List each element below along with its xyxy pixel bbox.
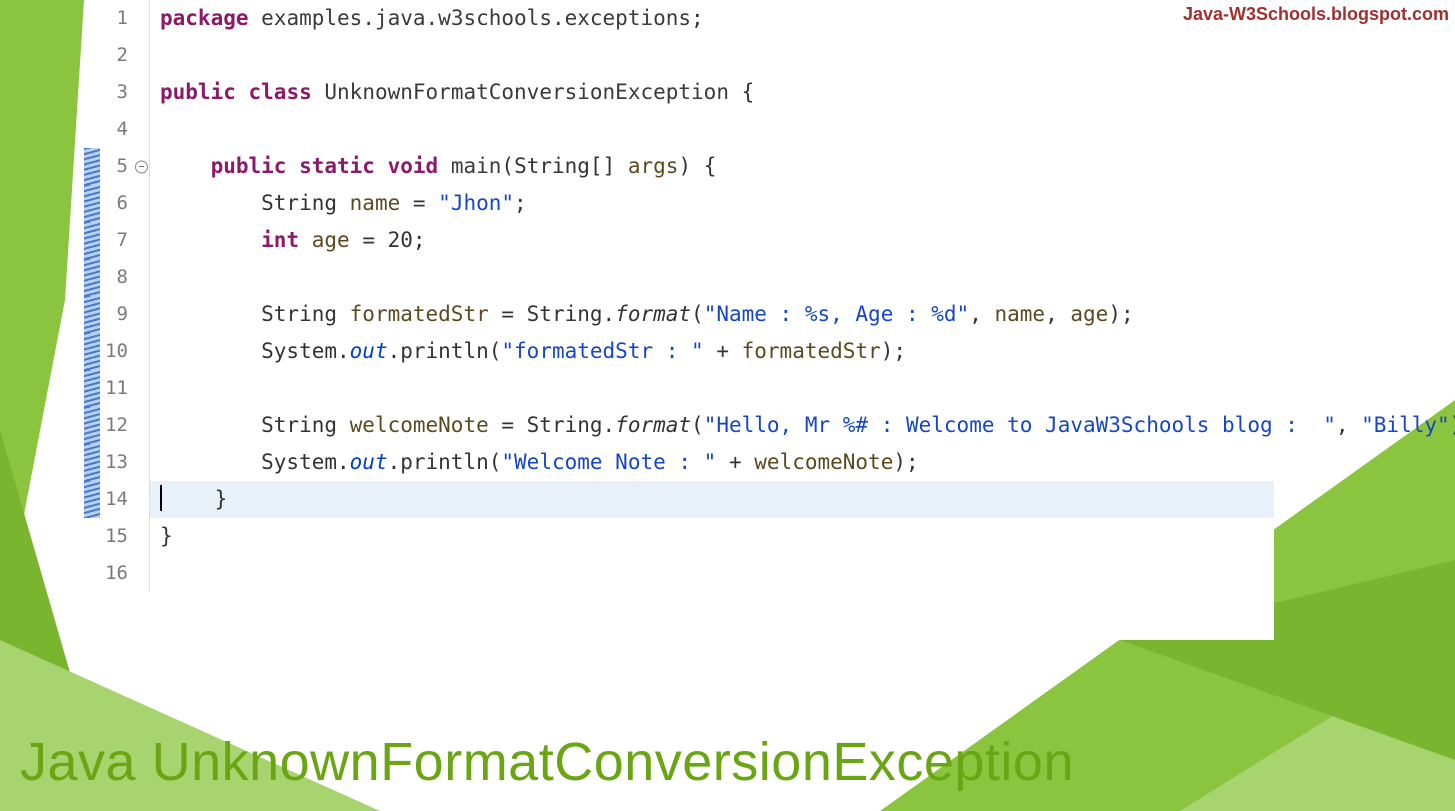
line-number: 1	[100, 0, 134, 37]
code-line[interactable]: 15}	[84, 518, 1274, 555]
change-marker	[84, 37, 100, 74]
code-content[interactable]: public class UnknownFormatConversionExce…	[150, 74, 1274, 111]
change-marker	[84, 333, 100, 370]
code-line[interactable]: 14 }	[84, 481, 1274, 518]
gutter-rule	[134, 555, 150, 592]
code-content[interactable]	[150, 37, 1274, 74]
gutter-rule	[134, 0, 150, 37]
line-number: 9	[100, 296, 134, 333]
code-line[interactable]: 9 String formatedStr = String.format("Na…	[84, 296, 1274, 333]
code-line[interactable]: 2	[84, 37, 1274, 74]
gutter-rule	[134, 333, 150, 370]
change-marker	[84, 0, 100, 37]
change-marker	[84, 407, 100, 444]
code-line[interactable]: 10 System.out.println("formatedStr : " +…	[84, 333, 1274, 370]
line-number: 15	[100, 518, 134, 555]
gutter-rule	[134, 74, 150, 111]
code-content[interactable]	[150, 370, 1274, 407]
code-line[interactable]: 12 String welcomeNote = String.format("H…	[84, 407, 1274, 444]
code-content[interactable]: String welcomeNote = String.format("Hell…	[150, 407, 1455, 444]
gutter-rule	[134, 37, 150, 74]
code-area[interactable]: 1 package examples.java.w3schools.excepti…	[84, 0, 1274, 592]
line-number: 14	[100, 481, 134, 518]
gutter-rule	[134, 481, 150, 518]
line-number: 5−	[100, 148, 134, 185]
code-line[interactable]: 5− public static void main(String[] args…	[84, 148, 1274, 185]
watermark-text: Java-W3Schools.blogspot.com	[1183, 4, 1449, 25]
line-number: 7	[100, 222, 134, 259]
code-content[interactable]: String name = "Jhon";	[150, 185, 1274, 222]
text-cursor	[160, 485, 162, 511]
code-line[interactable]: 3 public class UnknownFormatConversionExc…	[84, 74, 1274, 111]
line-number: 6	[100, 185, 134, 222]
code-line[interactable]: 13 System.out.println("Welcome Note : " …	[84, 444, 1274, 481]
gutter-rule	[134, 518, 150, 555]
change-marker	[84, 111, 100, 148]
change-marker	[84, 370, 100, 407]
change-marker	[84, 444, 100, 481]
change-marker	[84, 481, 100, 518]
code-line[interactable]: 11	[84, 370, 1274, 407]
code-content[interactable]	[150, 259, 1274, 296]
code-line[interactable]: 16	[84, 555, 1274, 592]
code-editor: 1 package examples.java.w3schools.excepti…	[84, 0, 1274, 640]
line-number: 12	[100, 407, 134, 444]
gutter-rule	[134, 444, 150, 481]
code-content[interactable]: int age = 20;	[150, 222, 1274, 259]
code-content[interactable]: }	[150, 518, 1274, 555]
code-line[interactable]: 8	[84, 259, 1274, 296]
change-marker	[84, 555, 100, 592]
code-content[interactable]	[150, 555, 1274, 592]
gutter-rule	[134, 222, 150, 259]
change-marker	[84, 148, 100, 185]
code-line[interactable]: 6 String name = "Jhon";	[84, 185, 1274, 222]
gutter-rule	[134, 111, 150, 148]
code-content[interactable]: System.out.println("formatedStr : " + fo…	[150, 333, 1274, 370]
gutter-rule	[134, 185, 150, 222]
line-number: 8	[100, 259, 134, 296]
code-content[interactable]: package examples.java.w3schools.exceptio…	[150, 0, 1274, 37]
change-marker	[84, 259, 100, 296]
line-number: 3	[100, 74, 134, 111]
line-number: 16	[100, 555, 134, 592]
gutter-rule	[134, 407, 150, 444]
gutter-rule	[134, 296, 150, 333]
gutter-rule	[134, 259, 150, 296]
change-marker	[84, 185, 100, 222]
line-number: 2	[100, 37, 134, 74]
change-marker	[84, 222, 100, 259]
change-marker	[84, 296, 100, 333]
change-marker	[84, 518, 100, 555]
code-content[interactable]: }	[150, 481, 1274, 518]
line-number: 11	[100, 370, 134, 407]
code-content[interactable]: System.out.println("Welcome Note : " + w…	[150, 444, 1274, 481]
code-line[interactable]: 1 package examples.java.w3schools.excepti…	[84, 0, 1274, 37]
fold-icon[interactable]: −	[135, 160, 148, 173]
gutter-rule	[134, 370, 150, 407]
line-number: 13	[100, 444, 134, 481]
code-line[interactable]: 7 int age = 20;	[84, 222, 1274, 259]
code-content[interactable]	[150, 111, 1274, 148]
line-number: 4	[100, 111, 134, 148]
code-content[interactable]: String formatedStr = String.format("Name…	[150, 296, 1274, 333]
code-content[interactable]: public static void main(String[] args) {	[150, 148, 1274, 185]
change-marker	[84, 74, 100, 111]
line-number: 10	[100, 333, 134, 370]
slide-title: Java UnknownFormatConversionException	[20, 731, 1074, 793]
code-line[interactable]: 4	[84, 111, 1274, 148]
